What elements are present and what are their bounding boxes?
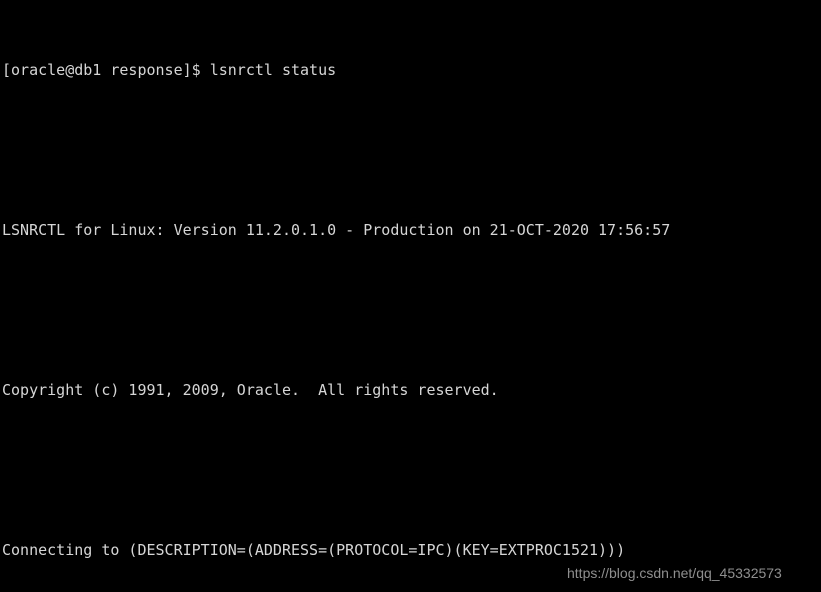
banner-version-line: LSNRCTL for Linux: Version 11.2.0.1.0 - … [2, 221, 671, 239]
watermark-url: https://blog.csdn.net/qq_45332573 [567, 565, 782, 581]
prompt-line-command: [oracle@db1 response]$ lsnrctl status [2, 61, 337, 79]
terminal-screen: [oracle@db1 response]$ lsnrctl status LS… [2, 0, 770, 592]
terminal-window[interactable]: [oracle@db1 response]$ lsnrctl status LS… [0, 0, 821, 592]
connecting-line: Connecting to (DESCRIPTION=(ADDRESS=(PRO… [2, 541, 626, 559]
banner-copyright-line: Copyright (c) 1991, 2009, Oracle. All ri… [2, 381, 499, 399]
